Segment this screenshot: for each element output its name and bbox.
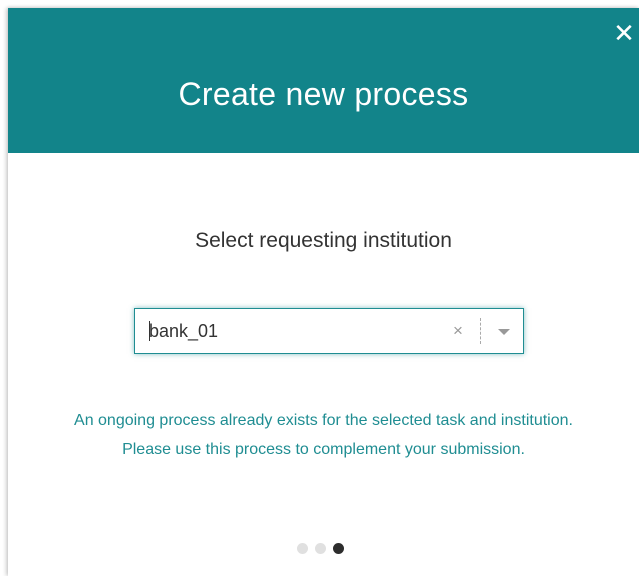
step-dot-3[interactable] — [333, 543, 344, 554]
step-indicator — [297, 543, 344, 554]
institution-select[interactable]: bank_01 × — [134, 308, 524, 354]
clear-icon[interactable]: × — [453, 321, 463, 341]
dialog-title: Create new process — [178, 76, 469, 112]
select-separator — [480, 318, 481, 344]
institution-select-value[interactable]: bank_01 — [149, 320, 218, 342]
text-cursor — [149, 321, 150, 341]
step-dot-1[interactable] — [297, 543, 308, 554]
select-institution-label: Select requesting institution — [195, 229, 452, 252]
close-icon[interactable]: ✕ — [611, 20, 637, 46]
step-dot-2[interactable] — [315, 543, 326, 554]
existing-process-message: An ongoing process already exists for th… — [74, 412, 573, 458]
chevron-down-icon[interactable] — [498, 329, 510, 335]
create-process-dialog: ✕ Create new process Select requesting i… — [8, 8, 639, 576]
dialog-header: ✕ Create new process — [8, 8, 639, 153]
